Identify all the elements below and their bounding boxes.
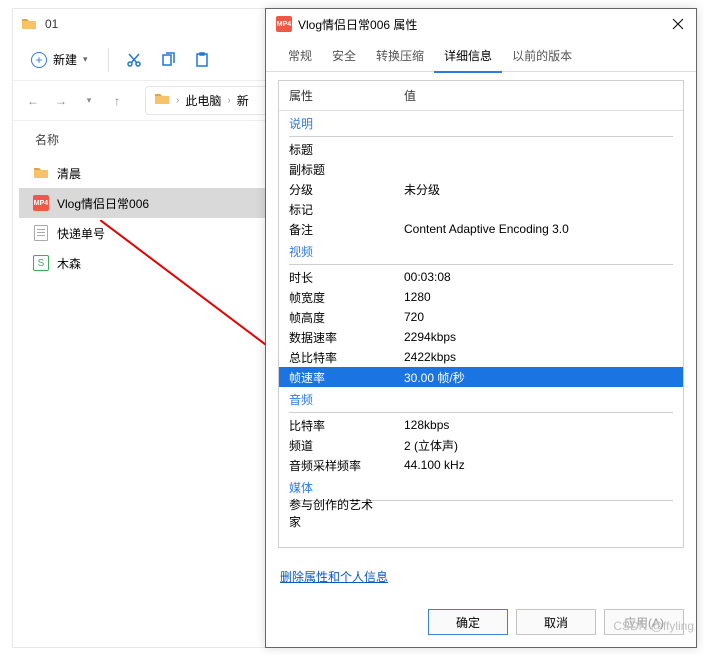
list-item[interactable]: S 木森: [19, 248, 305, 278]
folder-icon: [21, 16, 37, 32]
table-row[interactable]: 标题: [279, 139, 683, 159]
table-row[interactable]: 总比特率2422kbps: [279, 347, 683, 367]
dialog-title: Vlog情侣日常006 属性: [298, 16, 660, 33]
table-row[interactable]: 比特率128kbps: [279, 415, 683, 435]
remove-properties-link[interactable]: 删除属性和个人信息: [280, 570, 388, 584]
table-row[interactable]: 音频采样频率44.100 kHz: [279, 455, 683, 475]
file-name: 木森: [57, 255, 81, 272]
list-item[interactable]: MP4 Vlog情侣日常006: [19, 188, 305, 218]
section-video: 视频: [279, 239, 683, 264]
section-audio: 音频: [279, 387, 683, 412]
back-arrow-icon[interactable]: ←: [23, 91, 43, 111]
tab-details[interactable]: 详细信息: [434, 39, 502, 72]
new-button[interactable]: + 新建 ▾: [21, 45, 98, 74]
tab-previous-versions[interactable]: 以前的版本: [502, 39, 582, 72]
table-row[interactable]: 数据速率2294kbps: [279, 327, 683, 347]
breadcrumb-pc[interactable]: 此电脑: [185, 92, 221, 109]
folder-icon: [154, 91, 170, 110]
chevron-down-icon[interactable]: ▾: [79, 91, 99, 111]
new-label: 新建: [53, 51, 77, 68]
table-row[interactable]: 频道2 (立体声): [279, 435, 683, 455]
tab-security[interactable]: 安全: [322, 39, 366, 72]
chevron-right-icon: ›: [176, 95, 179, 106]
list-item[interactable]: 快递单号: [19, 218, 305, 248]
details-header: 属性 值: [279, 81, 683, 111]
close-button[interactable]: [660, 9, 696, 39]
table-row[interactable]: 时长00:03:08: [279, 267, 683, 287]
s-file-icon: S: [33, 255, 49, 271]
properties-dialog: MP4 Vlog情侣日常006 属性 常规 安全 转换压缩 详细信息 以前的版本…: [265, 8, 697, 648]
header-property[interactable]: 属性: [279, 81, 394, 110]
up-arrow-icon[interactable]: ↑: [107, 91, 127, 111]
file-name: Vlog情侣日常006: [57, 195, 149, 212]
table-row-framerate[interactable]: 帧速率30.00 帧/秒: [279, 367, 683, 387]
table-row[interactable]: 帧高度720: [279, 307, 683, 327]
chevron-down-icon: ▾: [83, 54, 88, 65]
separator: [108, 48, 109, 72]
forward-arrow-icon[interactable]: →: [51, 91, 71, 111]
table-row[interactable]: 备注Content Adaptive Encoding 3.0: [279, 219, 683, 239]
link-area: 删除属性和个人信息: [266, 556, 696, 597]
table-row[interactable]: 帧宽度1280: [279, 287, 683, 307]
cancel-button[interactable]: 取消: [516, 609, 596, 635]
table-row[interactable]: 参与创作的艺术家: [279, 503, 683, 523]
tab-bar: 常规 安全 转换压缩 详细信息 以前的版本: [266, 39, 696, 72]
copy-icon[interactable]: [153, 45, 183, 75]
header-value[interactable]: 值: [394, 81, 683, 110]
document-icon: [33, 225, 49, 241]
ok-button[interactable]: 确定: [428, 609, 508, 635]
mp4-icon: MP4: [276, 16, 292, 32]
close-icon: [672, 18, 684, 30]
paste-icon[interactable]: [187, 45, 217, 75]
tab-convert[interactable]: 转换压缩: [366, 39, 434, 72]
file-name: 清晨: [57, 165, 81, 182]
tab-general[interactable]: 常规: [278, 39, 322, 72]
chevron-right-icon: ›: [227, 95, 230, 106]
dialog-titlebar: MP4 Vlog情侣日常006 属性: [266, 9, 696, 39]
explorer-title: 01: [45, 17, 58, 31]
file-name: 快递单号: [57, 225, 105, 242]
watermark: CSDN @ffyling: [613, 619, 694, 633]
table-row[interactable]: 副标题: [279, 159, 683, 179]
cut-icon[interactable]: [119, 45, 149, 75]
mp4-icon: MP4: [33, 195, 49, 211]
details-pane[interactable]: 属性 值 说明 标题 副标题 分级未分级 标记 备注Content Adapti…: [278, 80, 684, 548]
table-row[interactable]: 标记: [279, 199, 683, 219]
folder-icon: [33, 165, 49, 181]
list-item[interactable]: 清晨: [19, 158, 305, 188]
table-row[interactable]: 分级未分级: [279, 179, 683, 199]
section-description: 说明: [279, 111, 683, 136]
breadcrumb-next[interactable]: 新: [237, 92, 249, 109]
plus-icon: +: [31, 52, 47, 68]
